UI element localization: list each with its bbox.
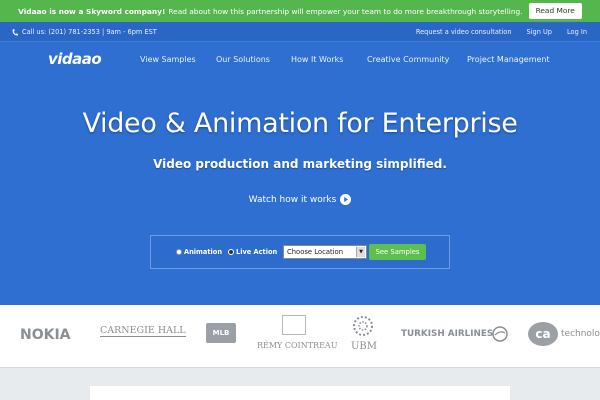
request-consultation-link[interactable]: Request a video consultation — [416, 28, 512, 36]
announcement-banner: Vidaao is now a Skyword company! Read ab… — [0, 0, 600, 22]
client-logo-carnegie-hall: CARNEGIE HALL — [100, 325, 186, 337]
call-info: Call us: (201) 781-2353 | 9am - 6pm EST — [12, 28, 157, 36]
vidaao-logo[interactable]: vidaao — [48, 50, 102, 68]
client-logo-ca-technologies: technologies — [561, 329, 600, 339]
location-select-value: Choose Location — [287, 248, 344, 256]
content-card — [90, 386, 510, 400]
client-logo-ubm: UBM — [351, 341, 378, 352]
svg-text:ca: ca — [535, 327, 550, 341]
see-samples-button[interactable]: See Samples — [369, 244, 426, 260]
ca-logo-icon: ca — [528, 322, 558, 346]
hero-subhead: Video production and marketing simplifie… — [153, 157, 447, 171]
log-in-link[interactable]: Log In — [567, 28, 587, 36]
read-more-button[interactable]: Read More — [528, 3, 582, 19]
call-text: Call us: (201) 781-2353 | 9am - 6pm EST — [22, 28, 157, 36]
nav-our-solutions[interactable]: Our Solutions — [216, 55, 270, 64]
ubm-emblem-icon — [353, 316, 373, 336]
chevron-down-icon: ▼ — [356, 247, 365, 257]
radio-animation[interactable]: Animation — [176, 248, 222, 256]
radio-live-action[interactable]: Live Action — [228, 248, 277, 256]
radio-animation-label: Animation — [184, 248, 223, 256]
hero-section: Call us: (201) 781-2353 | 9am - 6pm EST … — [0, 22, 600, 305]
remy-emblem-icon — [282, 315, 306, 335]
client-logo-remy-cointreau: RÉMY COINTREAU — [257, 341, 338, 350]
hero-headline: Video & Animation for Enterprise — [82, 108, 518, 139]
nav-view-samples[interactable]: View Samples — [140, 55, 196, 64]
top-bar: Call us: (201) 781-2353 | 9am - 6pm EST … — [0, 22, 600, 42]
location-select[interactable]: Choose Location ▼ — [283, 245, 367, 259]
radio-live-action-circle[interactable] — [228, 249, 234, 255]
sample-search-form: Animation Live Action Choose Location ▼ … — [150, 235, 450, 269]
banner-text: Read about how this partnership will emp… — [168, 6, 523, 16]
play-icon — [340, 194, 352, 205]
client-logos: NOKIA CARNEGIE HALL MLB RÉMY COINTREAU U… — [0, 305, 600, 368]
banner-bold-text: Vidaao is now a Skyword company! — [18, 6, 166, 16]
client-logo-nokia: NOKIA — [20, 327, 71, 343]
radio-animation-circle[interactable] — [176, 249, 182, 255]
turkish-airlines-emblem-icon — [492, 326, 508, 342]
nav-project-management[interactable]: Project Management — [467, 55, 550, 64]
client-logo-mlb: MLB — [206, 323, 236, 343]
sign-up-link[interactable]: Sign Up — [527, 28, 553, 36]
radio-live-action-label: Live Action — [236, 248, 278, 256]
watch-video-link[interactable]: Watch how it works — [0, 194, 600, 205]
nav-creative-community[interactable]: Creative Community — [367, 55, 449, 64]
watch-label: Watch how it works — [248, 194, 337, 205]
phone-icon — [12, 28, 18, 36]
client-logo-turkish-airlines: TURKISH AIRLINES — [401, 329, 494, 339]
nav-how-it-works[interactable]: How It Works — [291, 55, 343, 64]
